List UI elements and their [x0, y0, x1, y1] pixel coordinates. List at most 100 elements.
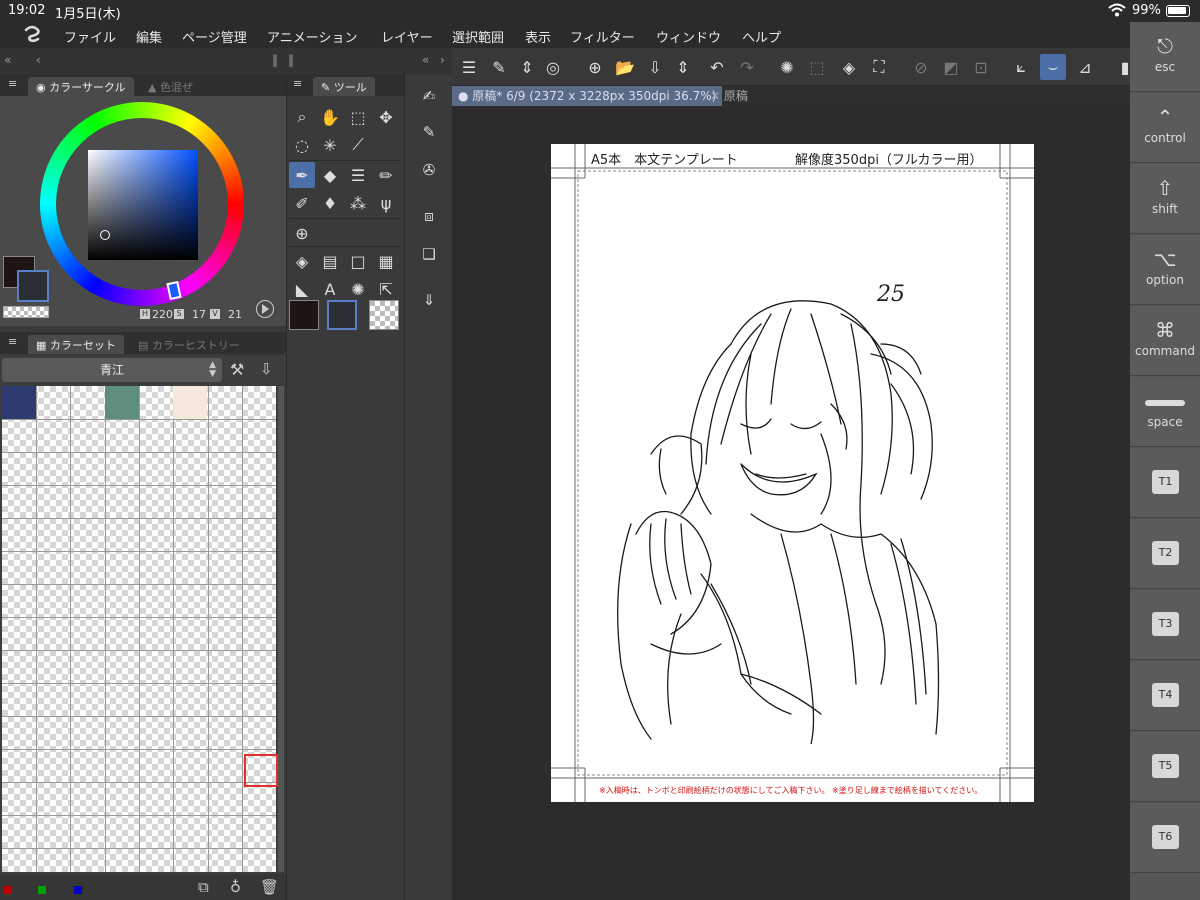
new-file-icon[interactable]: ⊕: [582, 54, 608, 80]
chevron-right-icon[interactable]: ›: [440, 53, 445, 67]
menu-filter[interactable]: フィルター: [570, 27, 635, 46]
control-key[interactable]: ⌃ control: [1130, 93, 1200, 163]
color-swatch-navy[interactable]: [2, 386, 36, 419]
color-set-dropdown[interactable]: 青江 ▲ ▼: [2, 358, 222, 382]
menu-layer[interactable]: レイヤー: [381, 27, 433, 46]
collapse-left-icon[interactable]: «: [4, 53, 11, 67]
tab-tool[interactable]: ✎ ツール: [313, 77, 375, 96]
space-key[interactable]: space: [1130, 377, 1200, 447]
menu-page[interactable]: ページ管理: [182, 27, 247, 46]
transparent-color-swatch[interactable]: [3, 306, 49, 318]
layer-icon[interactable]: ❏: [417, 242, 441, 266]
clip-studio-icon[interactable]: ◎: [540, 54, 566, 80]
color-set-scrollbar[interactable]: [278, 386, 284, 872]
zoom-tool-icon[interactable]: ⌕: [289, 104, 315, 130]
brush-tool-icon[interactable]: ✐: [289, 190, 315, 216]
snap-special-ruler-icon[interactable]: ⌣: [1040, 54, 1066, 80]
saturation-value-square[interactable]: [88, 150, 198, 260]
text-tool-icon[interactable]: A: [317, 276, 343, 302]
chevron-updown-icon[interactable]: ⇕: [514, 54, 540, 80]
drop-color-icon[interactable]: ♁: [230, 878, 241, 896]
sub-color-swatch[interactable]: [17, 270, 49, 302]
command-key[interactable]: ⌘ command: [1130, 306, 1200, 376]
open-file-icon[interactable]: 📂: [612, 54, 638, 80]
transform-icon[interactable]: ⛶: [866, 54, 892, 80]
panel-menu-icon[interactable]: ≡: [8, 77, 17, 90]
menu-view[interactable]: 表示: [525, 27, 551, 46]
figure-tool-icon[interactable]: □: [345, 248, 371, 274]
collapse-right-icon[interactable]: «: [422, 53, 429, 67]
deselect-icon[interactable]: ⊘: [908, 54, 934, 80]
t2-key[interactable]: T2: [1130, 519, 1200, 589]
manuscript-page[interactable]: A5本 本文テンプレート 解像度350dpi（フルカラー用） 25 ※入稿時は、…: [551, 144, 1034, 802]
pen-tool-icon[interactable]: ✒: [289, 162, 315, 188]
color-swatch-cream[interactable]: [173, 386, 207, 419]
grip-icon-2[interactable]: ‖: [288, 53, 294, 67]
redo-icon[interactable]: ↷: [734, 54, 760, 80]
tab-document-2[interactable]: ✕ 原稿: [704, 86, 754, 106]
lasso-tool-icon[interactable]: ◌: [289, 132, 315, 158]
sub-tool-icon[interactable]: ✍: [417, 84, 441, 108]
snap-ruler-icon[interactable]: ⟀: [1008, 54, 1034, 80]
layer-property-icon[interactable]: ⧈: [417, 204, 441, 228]
t3-key[interactable]: T3: [1130, 590, 1200, 660]
grip-icon[interactable]: ‖: [272, 53, 278, 67]
tool-transparent-color[interactable]: [369, 300, 399, 330]
canvas-area[interactable]: A5本 本文テンプレート 解像度350dpi（フルカラー用） 25 ※入稿時は、…: [452, 106, 1130, 900]
close-icon[interactable]: ✕: [710, 89, 724, 103]
hand-tool-icon[interactable]: ✋: [317, 104, 343, 130]
fill-icon[interactable]: ◈: [836, 54, 862, 80]
clear-outside-icon[interactable]: ⬚: [804, 54, 830, 80]
color-play-icon[interactable]: [256, 300, 274, 318]
menu-selection[interactable]: 選択範囲: [452, 27, 504, 46]
tab-document-active[interactable]: ● 原稿* 6/9 (2372 x 3228px 350dpi 36.7%): [452, 86, 723, 106]
tool-sub-color[interactable]: [327, 300, 357, 330]
eraser-tool-icon[interactable]: ◆: [317, 162, 343, 188]
tool-main-color[interactable]: [289, 300, 319, 330]
add-color-icon[interactable]: ⧉: [198, 878, 209, 896]
selected-color-cell[interactable]: [244, 754, 278, 787]
tool-property-icon[interactable]: ✎: [417, 120, 441, 144]
material-icon[interactable]: ⇓: [417, 288, 441, 312]
sv-handle[interactable]: [100, 230, 110, 240]
tab-color-mix[interactable]: ▲ 色混ぜ: [140, 77, 201, 96]
tab-color-history[interactable]: ▤ カラーヒストリー: [130, 335, 248, 354]
perspective-tool-icon[interactable]: ⊕: [289, 220, 315, 246]
hamburger-menu-icon[interactable]: ☰: [456, 54, 482, 80]
tab-color-circle[interactable]: ◉ カラーサークル: [28, 77, 134, 96]
frame-tool-icon[interactable]: ▦: [373, 248, 399, 274]
esc-key[interactable]: ⎋ esc: [1130, 22, 1200, 92]
edit-icon[interactable]: ✎: [486, 54, 512, 80]
import-icon[interactable]: ⇩: [260, 360, 273, 378]
menu-edit[interactable]: 編集: [136, 27, 162, 46]
ruler-tool-icon[interactable]: ◣: [289, 276, 315, 302]
spray-tool-icon[interactable]: ⁂: [345, 190, 371, 216]
trash-icon[interactable]: 🗑: [260, 878, 279, 896]
selection-border-icon[interactable]: ⊡: [968, 54, 994, 80]
t4-key[interactable]: T4: [1130, 661, 1200, 731]
fill-tool-icon[interactable]: ◈: [289, 248, 315, 274]
invert-selection-icon[interactable]: ◩: [938, 54, 964, 80]
menu-animation[interactable]: アニメーション: [267, 27, 357, 46]
brush-size-icon[interactable]: ✇: [417, 158, 441, 182]
decoration-tool-icon[interactable]: ψ: [373, 190, 399, 216]
blend-tool-icon[interactable]: ♦: [317, 190, 343, 216]
t6-key[interactable]: T6: [1130, 803, 1200, 873]
panel-menu-icon-3[interactable]: ≡: [293, 77, 302, 90]
eyedropper-tool-icon[interactable]: ⟋: [345, 132, 371, 158]
menu-file[interactable]: ファイル: [64, 27, 116, 46]
t1-key[interactable]: T1: [1130, 448, 1200, 518]
tab-color-set[interactable]: ▦ カラーセット: [28, 335, 124, 354]
snap-grid-icon[interactable]: ⊿: [1072, 54, 1098, 80]
line-correction-tool-icon[interactable]: ⇱: [373, 276, 399, 302]
color-swatch-green[interactable]: [105, 386, 139, 419]
clip-studio-logo-icon[interactable]: [20, 24, 44, 46]
save-icon[interactable]: ⇩: [642, 54, 668, 80]
panel-menu-icon-2[interactable]: ≡: [8, 335, 17, 348]
balloon-tool-icon[interactable]: ✺: [345, 276, 371, 302]
color-set-grid[interactable]: [2, 386, 278, 872]
pencil-tool-icon[interactable]: ✏: [373, 162, 399, 188]
clear-icon[interactable]: ✺: [774, 54, 800, 80]
chevron-updown-icon-2[interactable]: ⇕: [670, 54, 696, 80]
wrench-icon[interactable]: ⚒: [230, 360, 244, 379]
